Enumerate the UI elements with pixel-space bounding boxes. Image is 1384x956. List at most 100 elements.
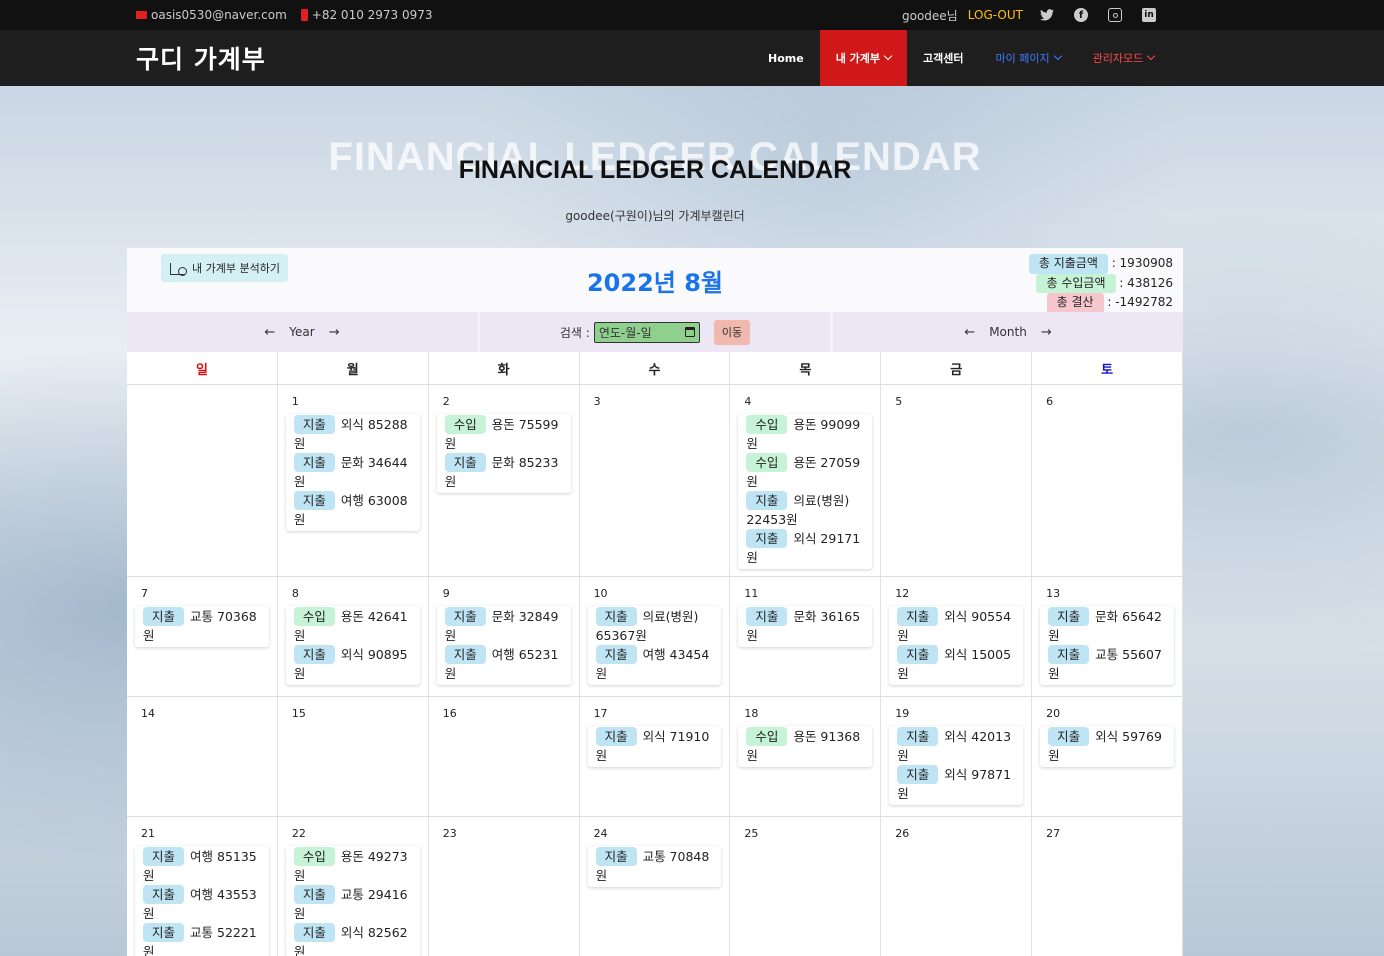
year-navigation: ← Year →: [127, 312, 477, 352]
ledger-entry[interactable]: 지출 의료(병원) 22453원: [746, 491, 864, 529]
ledger-entry[interactable]: 지출 외식 15005원: [897, 645, 1015, 683]
ledger-entry[interactable]: 지출 교통 29416원: [293, 885, 412, 923]
calendar-day-cell[interactable]: 13 지출 문화 65642원 지출 교통 55607원: [1032, 577, 1183, 696]
ledger-entry[interactable]: 수입 용돈 49273원: [293, 847, 412, 885]
calendar-day-cell[interactable]: 14: [127, 697, 278, 816]
ledger-entry[interactable]: 지출 외식 59769원: [1048, 727, 1166, 765]
calendar-day-cell[interactable]: 19 지출 외식 42013원 지출 외식 97871원: [881, 697, 1033, 816]
go-button[interactable]: 이동: [713, 319, 751, 345]
logout-link[interactable]: LOG-OUT: [968, 8, 1023, 22]
calendar-day-cell[interactable]: 20 지출 외식 59769원: [1032, 697, 1183, 816]
calendar-day-cell[interactable]: 1 지출 외식 85288원 지출 문화 34644원 지출 여행 63008원: [277, 385, 429, 576]
expense-badge: 지출: [293, 885, 335, 904]
ledger-entry[interactable]: 수입 용돈 91368원: [746, 727, 864, 765]
brand-logo[interactable]: 구디 가계부: [136, 40, 266, 76]
ledger-entry[interactable]: 지출 문화 32849원: [444, 607, 563, 645]
ledger-entry[interactable]: 수입 용돈 99099원: [746, 415, 864, 453]
calendar-day-cell[interactable]: 9 지출 문화 32849원 지출 여행 65231원: [428, 577, 580, 696]
ledger-entry[interactable]: 지출 문화 36165원: [746, 607, 864, 645]
calendar-day-cell[interactable]: 11 지출 문화 36165원: [730, 577, 882, 696]
ledger-entry[interactable]: 지출 외식 90554원: [897, 607, 1015, 645]
main-navbar: 구디 가계부 Home 내 가계부 고객센터 마이 페이지 관리자모드: [0, 30, 1384, 86]
calendar-day-cell[interactable]: 23: [428, 817, 580, 956]
calendar-day-cell[interactable]: 21 지출 여행 85135원 지출 여행 43553원 지출 교통 52221원: [127, 817, 278, 956]
calendar-day-cell[interactable]: 15: [277, 697, 429, 816]
ledger-entry[interactable]: 지출 여행 63008원: [293, 491, 412, 529]
day-number: 22: [291, 827, 306, 840]
ledger-entry[interactable]: 지출 교통 70368원: [143, 607, 261, 645]
expense-badge: 지출: [444, 607, 486, 626]
calendar-day-cell[interactable]: 3: [579, 385, 731, 576]
income-badge: 수입: [746, 727, 788, 746]
ledger-entry[interactable]: 지출 여행 43454원: [595, 645, 714, 683]
ledger-entry[interactable]: 지출 외식 82562원: [293, 923, 412, 956]
expense-badge: 지출: [897, 727, 939, 746]
ledger-entry[interactable]: 지출 교통 52221원: [143, 923, 261, 956]
calendar-day-cell[interactable]: 10 지출 의료(병원) 65367원 지출 여행 43454원: [579, 577, 731, 696]
ledger-entry[interactable]: 지출 교통 70848원: [595, 847, 714, 885]
nav-menu: Home 내 가계부 고객센터 마이 페이지 관리자모드: [752, 30, 1170, 86]
weekday-tue: 화: [428, 352, 580, 384]
calendar-day-cell[interactable]: 18 수입 용돈 91368원: [730, 697, 882, 816]
day-entries-card: 지출 외식 71910원: [587, 726, 722, 767]
prev-year-arrow-icon[interactable]: ←: [264, 325, 275, 340]
ledger-entry[interactable]: 지출 교통 55607원: [1048, 645, 1166, 683]
calendar-day-cell[interactable]: 2 수입 용돈 75599원 지출 문화 85233원: [428, 385, 580, 576]
total-balance-badge: 총 결산: [1046, 293, 1104, 313]
instagram-icon[interactable]: [1108, 8, 1122, 22]
calendar-day-cell[interactable]: 22 수입 용돈 49273원 지출 교통 29416원 지출 외식 82562원: [277, 817, 429, 956]
linkedin-icon[interactable]: in: [1142, 8, 1156, 22]
calendar-day-cell[interactable]: 27: [1032, 817, 1183, 956]
nav-my-ledger[interactable]: 내 가계부: [819, 30, 907, 86]
ledger-entry[interactable]: 지출 외식 97871원: [897, 765, 1015, 803]
calendar-day-cell[interactable]: 25: [730, 817, 882, 956]
ledger-entry[interactable]: 지출 여행 65231원: [444, 645, 563, 683]
calendar-day-cell[interactable]: 5: [881, 385, 1033, 576]
nav-home[interactable]: Home: [752, 30, 820, 86]
calendar-day-cell[interactable]: 17 지출 외식 71910원: [579, 697, 731, 816]
expense-badge: 지출: [746, 491, 788, 510]
weekday-mon: 월: [277, 352, 429, 384]
day-entries-card: 지출 외식 42013원 지출 외식 97871원: [889, 726, 1024, 805]
calendar-icon[interactable]: [684, 327, 695, 337]
calendar-day-cell[interactable]: 6: [1032, 385, 1183, 576]
calendar-day-cell[interactable]: 8 수입 용돈 42641원 지출 외식 90895원: [277, 577, 429, 696]
expense-badge: 지출: [1048, 727, 1090, 746]
income-badge: 수입: [293, 607, 335, 626]
ledger-entry[interactable]: 수입 용돈 75599원: [444, 415, 563, 453]
nav-customer-center[interactable]: 고객센터: [907, 30, 979, 86]
ledger-entry[interactable]: 수입 용돈 42641원: [293, 607, 412, 645]
calendar-week: 14 15 16 17 지출 외식 71910원 18 수입 용돈 91368원 19 지출 외식 4…: [127, 697, 1183, 817]
calendar-day-cell[interactable]: [127, 385, 278, 576]
ledger-entry[interactable]: 지출 의료(병원) 65367원: [595, 607, 714, 645]
ledger-entry[interactable]: 지출 외식 71910원: [595, 727, 714, 765]
prev-month-arrow-icon[interactable]: ←: [964, 325, 975, 340]
calendar-day-cell[interactable]: 16: [428, 697, 580, 816]
nav-admin-mode[interactable]: 관리자모드: [1077, 30, 1171, 86]
ledger-entry[interactable]: 지출 외식 29171원: [746, 529, 864, 567]
calendar-day-cell[interactable]: 7 지출 교통 70368원: [127, 577, 278, 696]
ledger-entry[interactable]: 지출 외식 85288원: [293, 415, 412, 453]
calendar-day-cell[interactable]: 12 지출 외식 90554원 지출 외식 15005원: [881, 577, 1033, 696]
income-badge: 수입: [444, 415, 486, 434]
calendar-day-cell[interactable]: 4 수입 용돈 99099원 수입 용돈 27059원 지출 의료(병원) 22453원 지출…: [730, 385, 882, 576]
next-month-arrow-icon[interactable]: →: [1041, 325, 1052, 340]
calendar-day-cell[interactable]: 26: [881, 817, 1033, 956]
calendar-day-cell[interactable]: 24 지출 교통 70848원: [579, 817, 731, 956]
ledger-entry[interactable]: 지출 외식 90895원: [293, 645, 412, 683]
ledger-entry[interactable]: 지출 문화 65642원: [1048, 607, 1166, 645]
ledger-entry[interactable]: 지출 여행 85135원: [143, 847, 261, 885]
facebook-icon[interactable]: f: [1074, 8, 1088, 22]
next-year-arrow-icon[interactable]: →: [329, 325, 340, 340]
nav-my-page[interactable]: 마이 페이지: [979, 30, 1076, 86]
ledger-entry[interactable]: 지출 외식 42013원: [897, 727, 1015, 765]
twitter-icon[interactable]: [1040, 8, 1054, 22]
chevron-down-icon: [883, 51, 893, 61]
ledger-entry[interactable]: 지출 문화 85233원: [444, 453, 563, 491]
nav-admin-mode-label: 관리자모드: [1092, 52, 1144, 65]
ledger-entry[interactable]: 수입 용돈 27059원: [746, 453, 864, 491]
day-entries-card: 지출 문화 32849원 지출 여행 65231원: [436, 606, 571, 685]
date-input[interactable]: 연도-월-일: [593, 321, 700, 343]
ledger-entry[interactable]: 지출 문화 34644원: [293, 453, 412, 491]
ledger-entry[interactable]: 지출 여행 43553원: [143, 885, 261, 923]
